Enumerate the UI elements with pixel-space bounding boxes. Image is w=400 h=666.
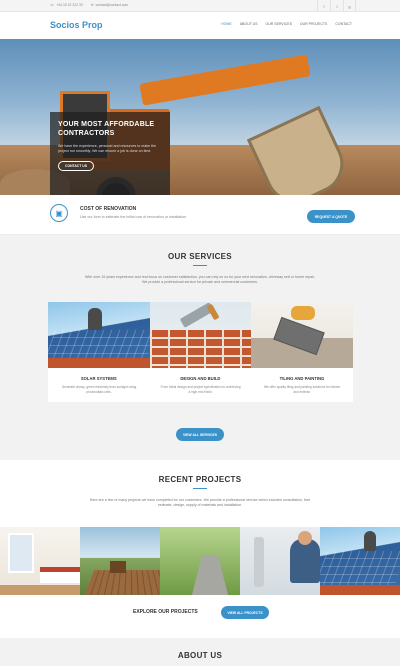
project-thumbnail[interactable] — [240, 527, 320, 595]
google-plus-icon[interactable]: g — [343, 0, 356, 12]
cost-title: COST OF RENOVATION — [80, 206, 137, 212]
solar-image — [48, 302, 150, 368]
project-thumbnail[interactable] — [320, 527, 400, 595]
service-card-tiling[interactable]: TILING AND PAINTING We offer quality til… — [251, 302, 353, 402]
hero-text: We have the experience, personel and res… — [58, 144, 157, 153]
nav-our-services[interactable]: OUR SERVICES — [262, 20, 296, 28]
cost-section: ▣ COST OF RENOVATION Use our form to est… — [0, 195, 400, 235]
calculator-icon: ▣ — [50, 204, 68, 222]
main-nav: HOME ABOUT US OUR SERVICES OUR PROJECTS … — [217, 20, 356, 28]
site-header: Socios Prop HOME ABOUT US OUR SERVICES O… — [0, 12, 400, 39]
social-links: f t g — [317, 0, 356, 12]
service-name: TILING AND PAINTING — [279, 376, 325, 381]
email-contact[interactable]: ✉ contact@contact.com — [91, 3, 129, 7]
mail-icon: ✉ — [90, 3, 94, 7]
view-all-projects-button[interactable]: VIEW ALL PROJECTS — [221, 606, 269, 619]
service-desc: Generate cheap, green electricity from s… — [61, 385, 137, 394]
projects-intro: Here are a few of many projects we have … — [89, 498, 311, 508]
contact-info: ☏ +44 15 22 222 33 ✉ contact@contact.com — [50, 3, 128, 7]
project-thumbnail[interactable] — [80, 527, 160, 595]
nav-contact[interactable]: CONTACT — [331, 20, 356, 28]
project-gallery — [0, 527, 400, 595]
project-thumbnail[interactable] — [160, 527, 240, 595]
twitter-icon[interactable]: t — [330, 0, 343, 12]
service-card-design[interactable]: DESIGN AND BUILD From initial design and… — [149, 302, 252, 402]
about-section: ABOUT US — [0, 638, 400, 666]
about-title: ABOUT US — [177, 651, 223, 660]
nav-about-us[interactable]: ABOUT US — [236, 20, 262, 28]
projects-title: RECENT PROJECTS — [158, 475, 242, 484]
contact-us-button[interactable]: CONTACT US — [58, 161, 94, 171]
phone-number: +44 15 22 222 33 — [56, 3, 83, 7]
nav-our-projects[interactable]: OUR PROJECTS — [296, 20, 331, 28]
hero-banner: YOUR MOST AFFORDABLE CONTRACTORS We have… — [0, 39, 400, 195]
request-quote-button[interactable]: REQUEST A QUOTE — [307, 210, 355, 223]
explore-projects-label: EXPLORE OUR PROJECTS — [133, 609, 198, 615]
service-name: SOLAR SYSTEMS — [80, 376, 117, 381]
services-divider — [193, 265, 207, 266]
service-cards: SOLAR SYSTEMS Generate cheap, green elec… — [48, 302, 353, 402]
projects-divider — [193, 488, 207, 489]
project-thumbnail[interactable] — [0, 527, 80, 595]
tiling-image — [251, 302, 353, 368]
services-section: OUR SERVICES With over 15 years experien… — [0, 235, 400, 460]
service-name: DESIGN AND BUILD — [180, 376, 221, 381]
hero-caption: YOUR MOST AFFORDABLE CONTRACTORS We have… — [50, 112, 170, 195]
services-title: OUR SERVICES — [168, 252, 232, 261]
projects-section: RECENT PROJECTS Here are a few of many p… — [0, 460, 400, 638]
design-image — [149, 302, 252, 368]
service-card-solar[interactable]: SOLAR SYSTEMS Generate cheap, green elec… — [48, 302, 150, 402]
site-logo[interactable]: Socios Prop — [50, 20, 103, 30]
service-desc: From initial design and project specific… — [160, 385, 241, 394]
services-intro: With over 15 years experience and real f… — [85, 275, 315, 285]
cost-description: Use our form to estimate the initial cos… — [80, 215, 187, 219]
phone-contact[interactable]: ☏ +44 15 22 222 33 — [50, 3, 83, 7]
service-desc: We offer quality tiling and painting sol… — [263, 385, 341, 394]
hero-title: YOUR MOST AFFORDABLE CONTRACTORS — [58, 121, 155, 137]
excavator-arm — [139, 54, 311, 106]
phone-icon: ☏ — [50, 3, 55, 7]
top-bar: ☏ +44 15 22 222 33 ✉ contact@contact.com f… — [0, 0, 400, 12]
facebook-icon[interactable]: f — [317, 0, 330, 12]
email-address: contact@contact.com — [95, 3, 129, 7]
nav-home[interactable]: HOME — [217, 20, 236, 28]
view-all-services-button[interactable]: VIEW ALL SERVICES — [176, 428, 224, 441]
